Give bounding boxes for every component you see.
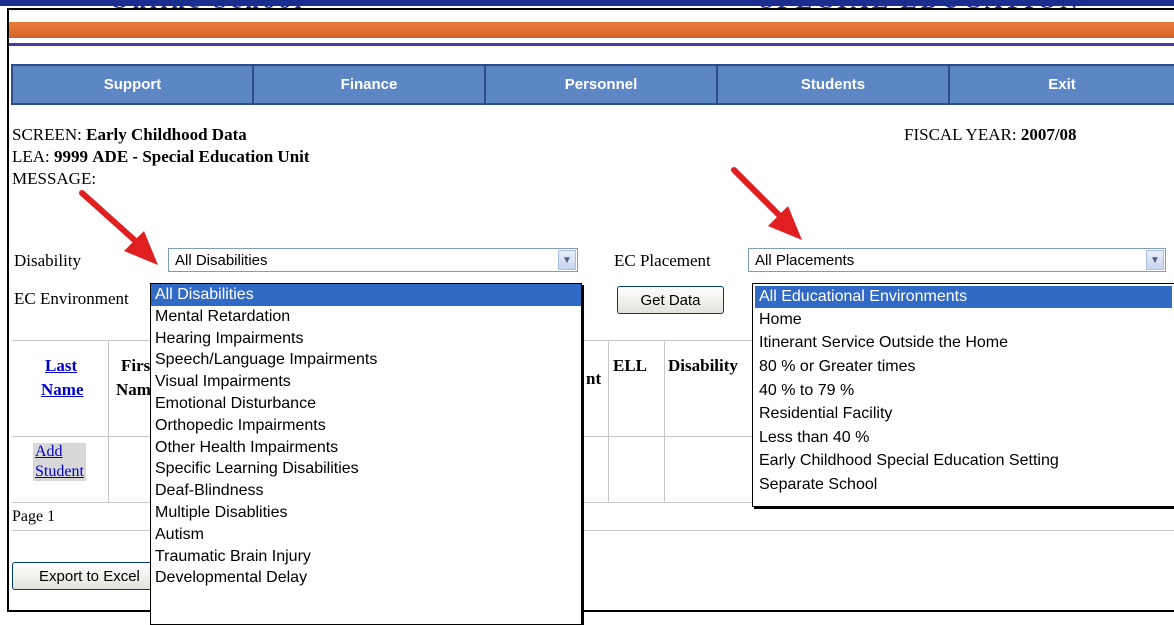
- add-student-line1: Add: [35, 443, 63, 460]
- placement-select[interactable]: All Placements ▼: [748, 248, 1166, 272]
- disability-option[interactable]: Deaf-Blindness: [151, 480, 581, 502]
- screen-label: SCREEN:: [12, 125, 82, 144]
- screen-value: Early Childhood Data: [86, 125, 247, 144]
- nav-students[interactable]: Students: [718, 64, 950, 105]
- nav-personnel[interactable]: Personnel: [486, 64, 718, 105]
- table-col-divider: [608, 340, 609, 502]
- disability-option[interactable]: Traumatic Brain Injury: [151, 546, 581, 568]
- add-student-line2: Student: [35, 463, 84, 480]
- chevron-down-icon[interactable]: ▼: [1146, 250, 1164, 270]
- environment-option[interactable]: Itinerant Service Outside the Home: [753, 331, 1174, 355]
- lea-code: 9999: [54, 147, 89, 166]
- disability-option[interactable]: Visual Impairments: [151, 371, 581, 393]
- environment-label: EC Environment: [14, 289, 129, 308]
- get-data-button[interactable]: Get Data: [617, 286, 724, 314]
- disability-option[interactable]: Multiple Disablities: [151, 502, 581, 524]
- nav-exit[interactable]: Exit: [950, 64, 1174, 105]
- disability-dropdown-list: All Disabilities Mental Retardation Hear…: [150, 283, 582, 625]
- col-disability: Disability: [668, 356, 738, 375]
- environment-option[interactable]: 40 % to 79 %: [753, 379, 1174, 403]
- placement-select-value: All Placements: [755, 251, 855, 269]
- environment-dropdown-list: All Educational Environments Home Itiner…: [752, 283, 1174, 507]
- col-last-name-1[interactable]: Last: [45, 356, 77, 376]
- disability-option[interactable]: Orthopedic Impairments: [151, 415, 581, 437]
- nav-support[interactable]: Support: [11, 64, 254, 105]
- chevron-down-icon[interactable]: ▼: [558, 250, 576, 270]
- main-nav: Support Finance Personnel Students Exit: [11, 64, 1174, 105]
- screen-line: SCREEN: Early Childhood Data: [12, 125, 247, 145]
- col-placement-fragment: nt: [586, 369, 602, 388]
- lea-label: LEA:: [12, 147, 50, 166]
- disability-option[interactable]: Emotional Disturbance: [151, 393, 581, 415]
- table-col-divider: [664, 340, 665, 502]
- environment-option[interactable]: 80 % or Greater times: [753, 355, 1174, 379]
- environment-option[interactable]: Early Childhood Special Education Settin…: [753, 449, 1174, 473]
- annotation-arrow-icon: [731, 167, 802, 240]
- environment-option[interactable]: Residential Facility: [753, 402, 1174, 426]
- col-ell: ELL: [613, 356, 648, 375]
- annotation-arrow-icon: [79, 190, 158, 265]
- disability-option[interactable]: Other Health Impairments: [151, 437, 581, 459]
- fiscal-year-value: 2007/08: [1020, 125, 1077, 144]
- export-excel-button[interactable]: Export to Excel: [12, 562, 172, 590]
- table-col-divider: [108, 340, 109, 502]
- col-last-name-2[interactable]: Name: [41, 380, 83, 400]
- pagination: Page 1: [12, 508, 56, 525]
- disability-option[interactable]: Hearing Impairments: [151, 328, 581, 350]
- disability-select-value: All Disabilities: [175, 251, 268, 269]
- banner-divider-line: [9, 43, 1174, 46]
- add-student-link[interactable]: Add Student: [33, 443, 86, 481]
- disability-option[interactable]: All Disabilities: [151, 284, 581, 306]
- placement-label: EC Placement: [614, 251, 711, 270]
- lea-line: LEA: 9999 ADE - Special Education Unit: [12, 147, 310, 167]
- lea-name: ADE - Special Education Unit: [92, 147, 310, 166]
- banner-orange-stripe: [9, 22, 1174, 38]
- nav-finance[interactable]: Finance: [254, 64, 486, 105]
- environment-option[interactable]: All Educational Environments: [755, 286, 1172, 308]
- environment-option[interactable]: Home: [753, 308, 1174, 332]
- disability-option[interactable]: Speech/Language Impairments: [151, 349, 581, 371]
- fiscal-year-label: FISCAL YEAR:: [904, 125, 1017, 144]
- disability-option[interactable]: Autism: [151, 524, 581, 546]
- environment-option[interactable]: Less than 40 %: [753, 426, 1174, 450]
- environment-option[interactable]: Separate School: [753, 473, 1174, 497]
- disability-select[interactable]: All Disabilities ▼: [168, 248, 578, 272]
- fiscal-year-line: FISCAL YEAR: 2007/08: [904, 125, 1077, 145]
- disability-option[interactable]: Specific Learning Disabilities: [151, 458, 581, 480]
- disability-option[interactable]: Developmental Delay: [151, 567, 581, 589]
- disability-option[interactable]: Mental Retardation: [151, 306, 581, 328]
